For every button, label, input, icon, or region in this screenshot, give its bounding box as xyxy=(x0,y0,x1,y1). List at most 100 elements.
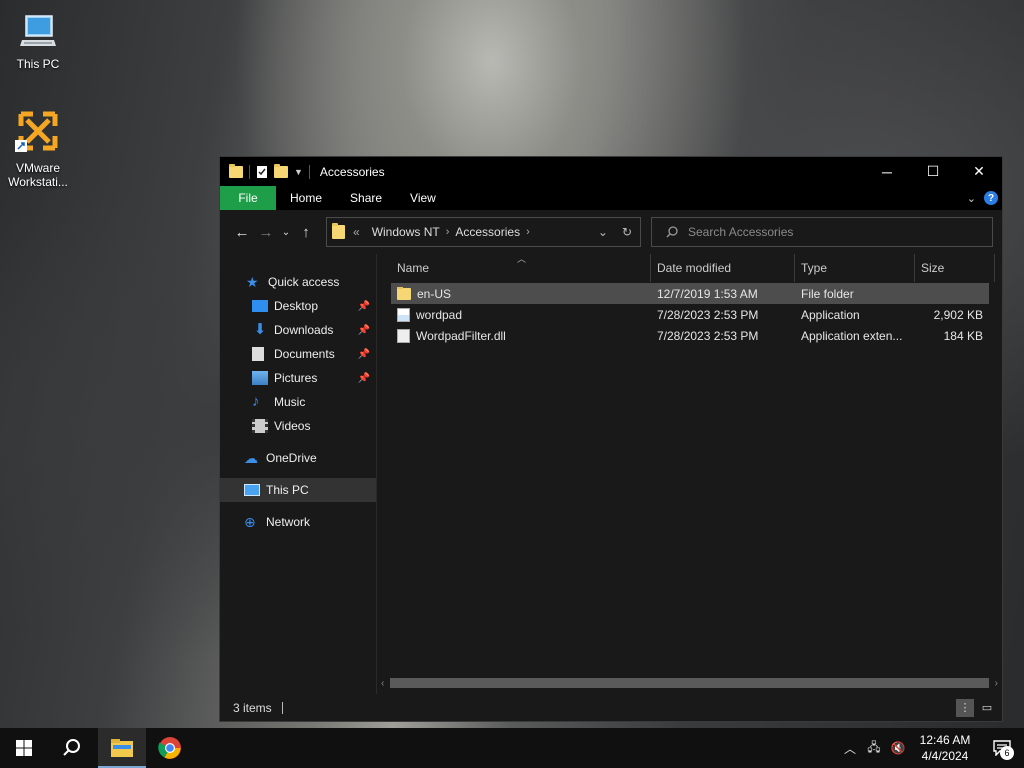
pin-icon[interactable]: 📌 xyxy=(358,349,370,360)
window-title: Accessories xyxy=(319,164,385,179)
column-type[interactable]: Type xyxy=(795,254,915,282)
file-name: wordpad xyxy=(416,307,463,322)
search-icon xyxy=(666,226,678,238)
show-hidden-icons-chevron-icon[interactable]: ︿ xyxy=(838,740,862,757)
vmware-icon xyxy=(15,111,58,152)
help-icon[interactable]: ? xyxy=(984,191,998,205)
desktop-icon-vmware[interactable]: VMware Workstati... xyxy=(4,104,72,189)
sidebar-item-label: Documents xyxy=(274,347,335,361)
search-box[interactable] xyxy=(651,217,993,247)
file-type: File folder xyxy=(801,286,854,301)
details-view-icon[interactable]: ⋮ xyxy=(956,698,974,717)
action-center-button[interactable]: 6 xyxy=(980,728,1024,768)
videos-icon xyxy=(252,419,268,433)
tab-file[interactable]: File xyxy=(220,186,276,210)
ribbon-tabs: File Home Share View ⌄ ? xyxy=(220,186,1002,210)
title-bar[interactable]: ▼ Accessories ─ ☐ ✕ xyxy=(220,157,1002,186)
large-icons-view-icon[interactable]: ▭ xyxy=(978,699,996,717)
sidebar-item-network[interactable]: ⊕ Network xyxy=(220,510,376,534)
column-date-modified[interactable]: Date modified xyxy=(651,254,795,282)
breadcrumb-accessories[interactable]: Accessories xyxy=(455,225,520,239)
customize-toolbar-chevron-icon[interactable]: ▼ xyxy=(294,167,303,177)
close-button[interactable]: ✕ xyxy=(956,157,1002,186)
file-date: 7/28/2023 2:53 PM xyxy=(657,307,759,322)
taskbar-file-explorer[interactable] xyxy=(98,728,146,768)
sidebar-item-documents[interactable]: Documents 📌 xyxy=(220,342,376,366)
file-row-wordpad[interactable]: wordpad 7/28/2023 2:53 PM Application 2,… xyxy=(391,304,989,325)
file-list: ︿ Name Date modified Type Size en-US 12/… xyxy=(377,254,1002,694)
quick-access-toolbar: ▼ xyxy=(220,163,310,179)
sidebar-item-label: Pictures xyxy=(274,371,318,385)
column-headers: ︿ Name Date modified Type Size xyxy=(377,254,1002,282)
tab-share[interactable]: Share xyxy=(336,186,396,210)
minimize-button[interactable]: ─ xyxy=(864,157,910,186)
sidebar-item-music[interactable]: ♪ Music xyxy=(220,390,376,414)
star-icon: ★ xyxy=(246,274,259,290)
forward-arrow-icon[interactable]: → xyxy=(254,224,278,241)
notification-count-badge: 6 xyxy=(1000,746,1014,760)
clock[interactable]: 12:46 AM 4/4/2024 xyxy=(910,732,980,764)
tab-view[interactable]: View xyxy=(396,186,450,210)
start-button[interactable] xyxy=(0,728,48,768)
recent-locations-chevron-icon[interactable]: ⌄ xyxy=(278,227,294,238)
search-button[interactable] xyxy=(48,728,96,768)
pictures-icon xyxy=(252,371,268,385)
scroll-right-icon[interactable]: › xyxy=(995,678,998,689)
sidebar-item-label: This PC xyxy=(266,483,309,497)
breadcrumb-separator-icon[interactable]: › xyxy=(526,226,530,238)
scroll-left-icon[interactable]: ‹ xyxy=(381,678,384,689)
download-arrow-icon: ⬇ xyxy=(253,321,267,338)
column-size[interactable]: Size xyxy=(915,254,995,282)
sidebar-item-desktop[interactable]: Desktop 📌 xyxy=(220,294,376,318)
file-row-en-us[interactable]: en-US 12/7/2019 1:53 AM File folder xyxy=(391,283,989,304)
new-folder-icon[interactable] xyxy=(274,163,288,178)
file-explorer-window: ▼ Accessories ─ ☐ ✕ File Home Share View… xyxy=(219,156,1003,722)
desktop-icon-this-pc[interactable]: This PC xyxy=(4,12,72,71)
taskbar: ︿ 🖧 🔇 12:46 AM 4/4/2024 6 xyxy=(0,728,1024,768)
file-size: 2,902 KB xyxy=(933,307,983,322)
maximize-button[interactable]: ☐ xyxy=(910,157,956,186)
taskbar-chrome[interactable] xyxy=(146,728,194,768)
breadcrumb-separator-icon[interactable]: › xyxy=(446,226,450,238)
file-date: 12/7/2019 1:53 AM xyxy=(657,286,758,301)
file-size: 184 KB xyxy=(943,328,983,343)
tab-home[interactable]: Home xyxy=(276,186,336,210)
expand-ribbon-chevron-icon[interactable]: ⌄ xyxy=(967,192,976,205)
music-note-icon: ♪ xyxy=(252,393,260,410)
desktop-icon-label: VMware Workstati... xyxy=(8,161,68,189)
sidebar-item-quick-access[interactable]: ★ Quick access xyxy=(220,270,376,294)
file-name: WordpadFilter.dll xyxy=(416,328,506,343)
sidebar-item-this-pc[interactable]: This PC xyxy=(220,478,376,502)
file-type: Application exten... xyxy=(801,328,903,343)
pin-icon[interactable]: 📌 xyxy=(358,373,370,384)
file-date: 7/28/2023 2:53 PM xyxy=(657,328,759,343)
breadcrumb-overflow[interactable]: « xyxy=(353,225,360,239)
back-arrow-icon[interactable]: ← xyxy=(230,224,254,241)
navigation-bar: ← → ⌄ ↑ « Windows NT › Accessories › ⌄ ↻ xyxy=(220,210,1002,254)
search-input[interactable] xyxy=(688,225,968,239)
desktop-icon-label: This PC xyxy=(16,57,60,71)
address-history-chevron-icon[interactable]: ⌄ xyxy=(598,225,608,239)
refresh-icon[interactable]: ↻ xyxy=(622,225,632,239)
chrome-icon xyxy=(158,737,181,759)
sidebar-item-onedrive[interactable]: ☁ OneDrive xyxy=(220,446,376,470)
up-arrow-icon[interactable]: ↑ xyxy=(294,224,318,241)
monitor-icon xyxy=(20,15,56,46)
properties-icon[interactable] xyxy=(256,165,268,179)
scrollbar-thumb[interactable] xyxy=(390,678,989,688)
sidebar-item-downloads[interactable]: ⬇ Downloads 📌 xyxy=(220,318,376,342)
address-bar[interactable]: « Windows NT › Accessories › ⌄ ↻ xyxy=(326,217,641,247)
folder-icon xyxy=(229,163,243,178)
network-status-icon[interactable]: 🖧 xyxy=(862,738,886,759)
pin-icon[interactable]: 📌 xyxy=(358,301,370,312)
volume-muted-icon[interactable]: 🔇 xyxy=(886,741,910,755)
file-row-wordpadfilter-dll[interactable]: WordpadFilter.dll 7/28/2023 2:53 PM Appl… xyxy=(391,325,989,346)
breadcrumb-windows-nt[interactable]: Windows NT xyxy=(372,225,440,239)
horizontal-scrollbar[interactable]: ‹ › xyxy=(377,676,1002,690)
pin-icon[interactable]: 📌 xyxy=(358,325,370,336)
sidebar-item-videos[interactable]: Videos xyxy=(220,414,376,438)
sidebar-item-label: Quick access xyxy=(268,275,340,289)
item-count: 3 items xyxy=(233,700,272,715)
sidebar-item-pictures[interactable]: Pictures 📌 xyxy=(220,366,376,390)
status-bar: 3 items ⋮ ▭ xyxy=(220,694,1002,721)
